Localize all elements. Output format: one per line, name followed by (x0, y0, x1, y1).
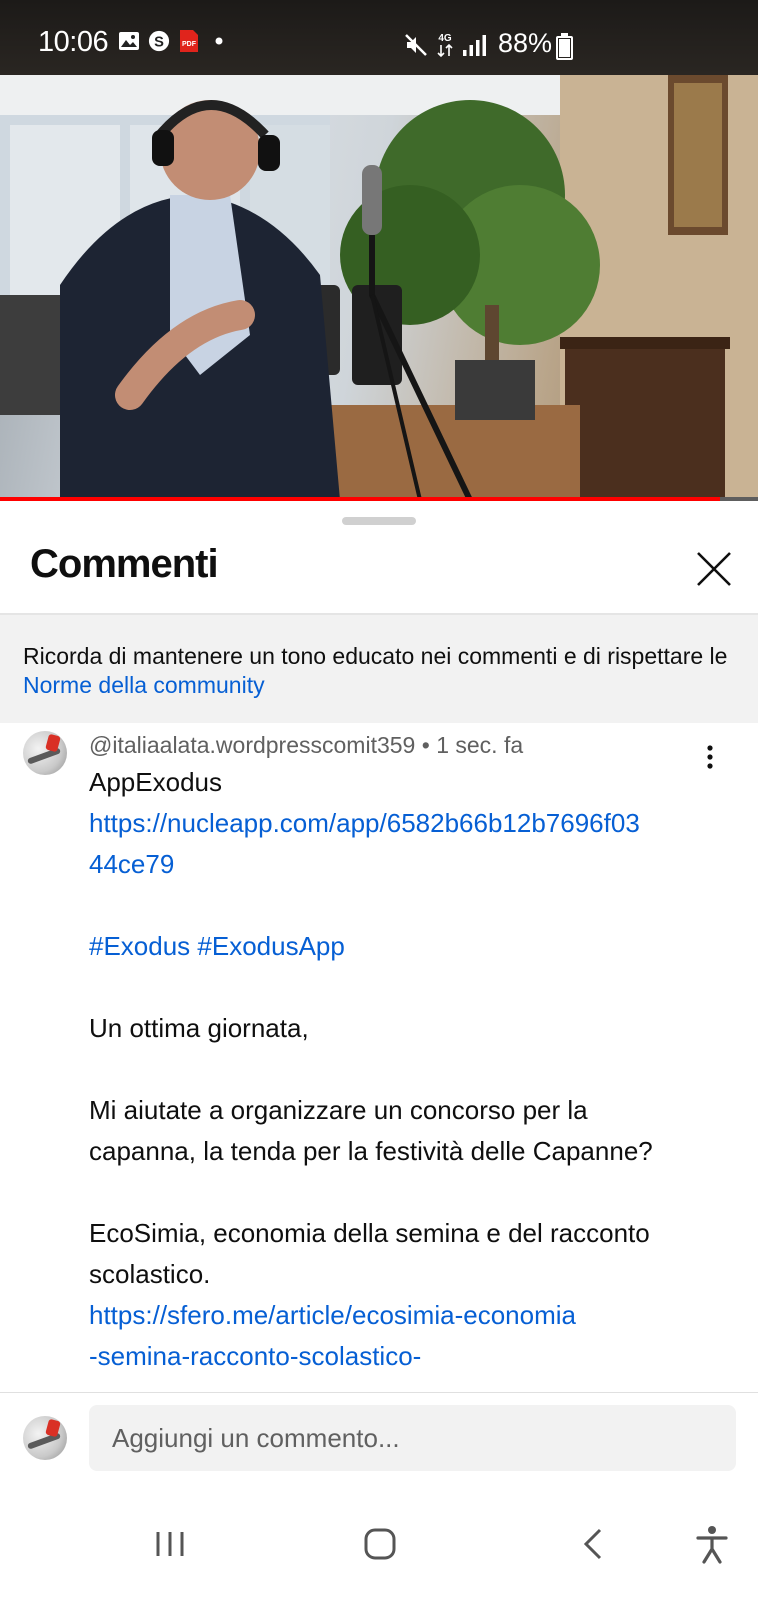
sheet-title: Commenti (30, 542, 219, 586)
notification-icons: S PDF (118, 30, 230, 52)
meta-separator: • (421, 732, 430, 758)
home-button[interactable] (358, 1522, 402, 1566)
comment-link[interactable]: 44ce79 (89, 844, 709, 885)
comment-text: AppExodus https://nucleapp.com/app/6582b… (89, 762, 709, 1377)
system-nav-bar (0, 1490, 758, 1600)
comment-link[interactable]: -semina-racconto-scolastico- (89, 1336, 709, 1377)
skype-icon: S (148, 30, 170, 52)
recents-button[interactable] (148, 1522, 192, 1566)
back-icon (583, 1528, 602, 1560)
back-button[interactable] (572, 1522, 616, 1566)
comment-line: capanna, la tenda per la festività delle… (89, 1136, 653, 1166)
home-icon (364, 1528, 396, 1560)
battery-level (559, 39, 570, 57)
comment-hashtags[interactable]: #Exodus #ExodusApp (89, 926, 709, 967)
comments-sheet: Commenti Ricorda di mantenere un tono ed… (0, 502, 758, 1600)
dot-icon (208, 30, 230, 52)
video-frame (0, 75, 758, 500)
comment-line: scolastico. (89, 1259, 211, 1289)
user-avatar[interactable] (23, 1416, 67, 1460)
accessibility-icon (696, 1526, 728, 1564)
community-guidelines-link[interactable]: Norme della community (23, 672, 265, 698)
battery-percent: 88% (498, 28, 553, 58)
svg-text:S: S (154, 35, 164, 51)
community-notice: Ricorda di mantenere un tono educato nei… (0, 615, 758, 723)
status-time: 10:06 (38, 26, 109, 58)
video-progress-fill (0, 497, 721, 501)
close-button[interactable] (692, 547, 736, 591)
comment-link[interactable]: https://sfero.me/article/ecosimia-econom… (89, 1295, 709, 1336)
comment-line: AppExodus (89, 767, 222, 797)
comment-meta: @italiaalata.wordpresscomit359 • 1 sec. … (89, 732, 523, 759)
svg-text:PDF: PDF (182, 41, 197, 48)
battery-icon (556, 33, 573, 60)
video-player[interactable] (0, 75, 758, 500)
divider (0, 1392, 758, 1393)
notice-text: Ricorda di mantenere un tono educato nei… (23, 643, 728, 669)
comment-line: Mi aiutate a organizzare un concorso per… (89, 1095, 588, 1125)
pdf-icon: PDF (178, 30, 200, 52)
comment-line: EcoSimia, economia della semina e del ra… (89, 1218, 650, 1248)
4g-icon: 4G (434, 31, 456, 64)
signal-icon (462, 33, 488, 62)
comment-link[interactable]: https://nucleapp.com/app/6582b66b12b7696… (89, 803, 709, 844)
accessibility-button[interactable] (690, 1522, 734, 1566)
comment-time: 1 sec. fa (436, 732, 524, 758)
mute-icon (404, 33, 428, 62)
recents-icon (156, 1532, 184, 1556)
avatar[interactable] (23, 731, 67, 775)
close-icon (697, 552, 731, 586)
drag-handle[interactable] (342, 517, 416, 525)
comment-line: Un ottima giornata, (89, 1013, 309, 1043)
add-comment-input[interactable]: Aggiungi un commento... (89, 1405, 736, 1471)
video-progress-bar[interactable] (0, 497, 758, 501)
comment-author[interactable]: @italiaalata.wordpresscomit359 (89, 732, 415, 758)
gallery-icon (118, 30, 140, 52)
svg-text:4G: 4G (438, 33, 452, 44)
status-bar: 10:06 S PDF 4G 88% (0, 0, 758, 75)
